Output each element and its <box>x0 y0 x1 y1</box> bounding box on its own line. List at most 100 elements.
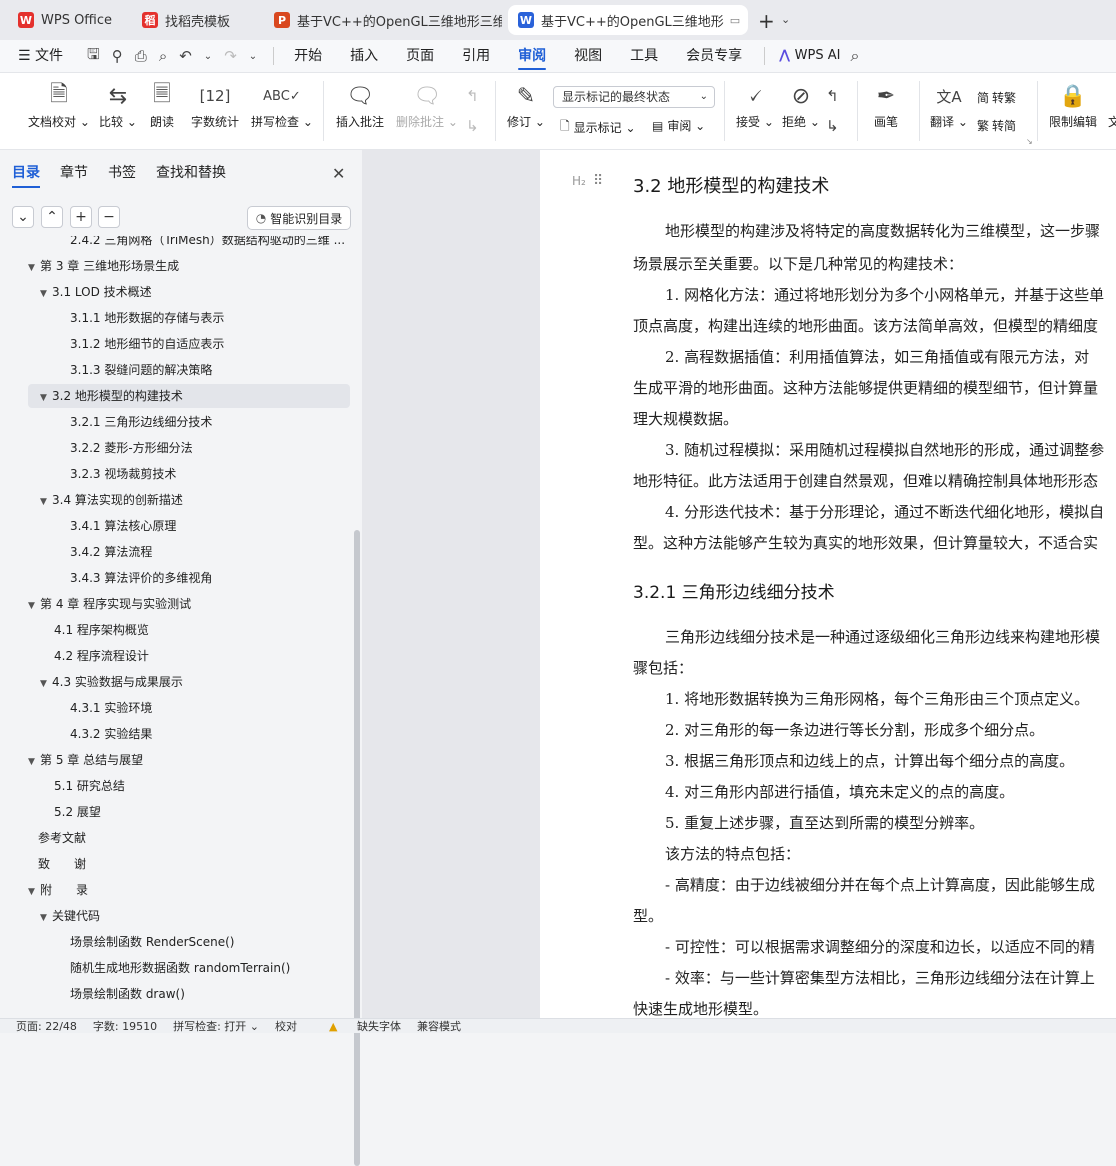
sidebar-scrollbar[interactable] <box>354 530 360 1166</box>
drag-handle-icon[interactable]: ⠿ <box>593 173 603 189</box>
tab-wps-office[interactable]: W WPS Office <box>8 5 126 35</box>
toc-item[interactable]: 场景绘制函数 RenderScene() <box>28 930 350 954</box>
expand-arrow-icon[interactable]: ▼ <box>40 672 52 694</box>
tab-list-chevron-icon[interactable]: ⌄ <box>781 13 790 26</box>
toc-item[interactable]: 5.2 展望 <box>28 800 350 824</box>
new-tab-button[interactable]: + <box>758 9 775 33</box>
prev-comment-icon[interactable]: ↰ <box>466 87 479 105</box>
undo-chevron-icon[interactable]: ⌄ <box>204 51 212 62</box>
redo-icon[interactable]: ↷ <box>224 47 237 65</box>
menu-review[interactable]: 审阅 <box>504 40 560 72</box>
menu-home[interactable]: 开始 <box>280 40 336 72</box>
expand-arrow-icon[interactable]: ▼ <box>28 880 40 902</box>
menu-member[interactable]: 会员专享 <box>672 40 756 72</box>
toc-item[interactable]: 3.1.1 地形数据的存储与表示 <box>28 306 350 330</box>
toc-item[interactable]: 随机生成地形数据函数 randomTerrain() <box>28 956 350 980</box>
collapse-up-button[interactable]: ⌃ <box>41 206 63 228</box>
menu-page[interactable]: 页面 <box>392 40 448 72</box>
group-expand-icon[interactable]: ↘ <box>1026 137 1033 146</box>
to-simplified-button[interactable]: 繁转简 <box>977 117 1016 134</box>
toc-item[interactable]: 5.1 研究总结 <box>28 774 350 798</box>
expand-down-button[interactable]: ⌄ <box>12 206 34 228</box>
expand-arrow-icon[interactable]: ▼ <box>40 282 52 304</box>
tab-ppt-doc[interactable]: P 基于VC++的OpenGL三维地形三维可 <box>264 5 502 35</box>
toc-item[interactable]: ▼ 第 4 章 程序实现与实验测试 <box>28 592 350 616</box>
menu-references[interactable]: 引用 <box>448 40 504 72</box>
toc-item[interactable]: 3.4.1 算法核心原理 <box>28 514 350 538</box>
translate-button[interactable]: 文A 翻译 ⌄ <box>930 79 968 130</box>
pen-button[interactable]: ✒ 画笔 <box>874 79 898 130</box>
spell-check-button[interactable]: ABC✓ 拼写检查 ⌄ <box>251 79 313 130</box>
wps-ai-button[interactable]: ⋀ WPS AI <box>773 40 846 72</box>
toc-item[interactable]: 3.2.3 视场裁剪技术 <box>28 462 350 486</box>
toc-item[interactable]: 致 谢 <box>28 852 350 876</box>
expand-arrow-icon[interactable]: ▼ <box>28 594 40 616</box>
reject-button[interactable]: ⊘ 拒绝 ⌄ <box>782 79 820 130</box>
markup-mode-select[interactable]: 显示标记的最终状态 ⌄ <box>553 86 715 108</box>
menu-insert[interactable]: 插入 <box>336 40 392 72</box>
tab-bookmarks[interactable]: 书签 <box>108 162 136 188</box>
toc-item[interactable]: 4.1 程序架构概览 <box>28 618 350 642</box>
accept-button[interactable]: 🗸 接受 ⌄ <box>736 79 774 130</box>
toc-item[interactable]: ▼ 关键代码 <box>28 904 350 928</box>
doc-check-button[interactable]: 🗎 文档校对 ⌄ <box>28 79 90 130</box>
tab-chapters[interactable]: 章节 <box>60 162 88 188</box>
more-chevron-icon[interactable]: ⌄ <box>249 51 257 62</box>
prev-change-icon[interactable]: ↰ <box>826 87 839 105</box>
restrict-editing-button[interactable]: 🔒 限制编辑 <box>1049 79 1097 130</box>
proofread-status[interactable]: 校对 <box>275 1018 297 1034</box>
link-icon[interactable]: ⚲ <box>112 47 123 65</box>
remove-heading-button[interactable]: − <box>98 206 120 228</box>
print-preview-icon[interactable]: ⌕ <box>159 47 167 65</box>
toc-item[interactable]: 3.1.2 地形细节的自适应表示 <box>28 332 350 356</box>
compare-button[interactable]: ⇆ 比较 ⌄ <box>99 79 137 130</box>
toc-item[interactable]: 参考文献 <box>28 826 350 850</box>
more-ribbon-button[interactable]: 文 <box>1108 79 1116 130</box>
toc-item[interactable]: 3.2.2 菱形-方形细分法 <box>28 436 350 460</box>
toc-item[interactable]: 4.2 程序流程设计 <box>28 644 350 668</box>
next-change-icon[interactable]: ↳ <box>826 117 839 135</box>
search-icon[interactable]: ⌕ <box>850 46 859 66</box>
toc-item[interactable]: ▼ 附 录 <box>28 878 350 902</box>
add-heading-button[interactable]: + <box>70 206 92 228</box>
expand-arrow-icon[interactable]: ▼ <box>28 750 40 772</box>
delete-comment-button[interactable]: 🗨 删除批注 ⌄ <box>396 79 458 130</box>
toc-item[interactable]: 4.3.2 实验结果 <box>28 722 350 746</box>
toc-item[interactable]: ▼ 第 3 章 三维地形场景生成 <box>28 254 350 278</box>
close-icon[interactable]: ✕ <box>332 164 345 183</box>
tab-template[interactable]: 稻找稻壳模板 <box>132 5 258 35</box>
toc-item[interactable]: 2.4.2 三角网格（TriMesh）数据结构驱动的三维 ... <box>28 236 350 252</box>
toc-item[interactable]: ▼ 第 5 章 总结与展望 <box>28 748 350 772</box>
toc-item[interactable]: 4.3.1 实验环境 <box>28 696 350 720</box>
toc-item[interactable]: 3.1.3 裂缝问题的解决策略 <box>28 358 350 382</box>
tab-word-doc-active[interactable]: W基于VC++的OpenGL三维地形▭● <box>508 5 748 35</box>
menu-view[interactable]: 视图 <box>560 40 616 72</box>
expand-arrow-icon[interactable]: ▼ <box>40 490 52 512</box>
expand-arrow-icon[interactable]: ▼ <box>40 906 52 928</box>
read-aloud-button[interactable]: 🗏 朗读 <box>150 79 174 130</box>
undo-icon[interactable]: ↶ <box>179 47 192 65</box>
smart-toc-button[interactable]: ◔ 智能识别目录 <box>247 206 351 230</box>
spell-check-status[interactable]: 拼写检查: 打开 ⌄ <box>173 1018 259 1034</box>
tab-find-replace[interactable]: 查找和替换 <box>156 162 226 188</box>
word-count[interactable]: 字数: 19510 <box>93 1018 157 1034</box>
toc-item[interactable]: ▼ 3.1 LOD 技术概述 <box>28 280 350 304</box>
save-icon[interactable]: 🖫 <box>87 44 100 69</box>
toc-item[interactable]: ▼ 4.3 实验数据与成果展示 <box>28 670 350 694</box>
toc-item[interactable]: ▼ 3.2 地形模型的构建技术 <box>28 384 350 408</box>
toc-item[interactable]: 场景绘制函数 draw() <box>28 982 350 1006</box>
word-count-button[interactable]: [12] 字数统计 <box>191 79 239 130</box>
insert-comment-button[interactable]: 🗨 插入批注 <box>336 79 384 130</box>
show-markup-button[interactable]: 🗋 显示标记 ⌄ <box>560 117 636 138</box>
track-changes-button[interactable]: ✎ 修订 ⌄ <box>507 79 545 130</box>
reviewing-pane-button[interactable]: ▤ 审阅 ⌄ <box>652 117 705 134</box>
expand-arrow-icon[interactable]: ▼ <box>40 386 52 408</box>
toc-item[interactable]: 3.4.2 算法流程 <box>28 540 350 564</box>
print-icon[interactable]: ⎙ <box>135 47 147 65</box>
page-indicator[interactable]: 页面: 22/48 <box>16 1018 77 1034</box>
tab-toc[interactable]: 目录 <box>12 162 40 188</box>
toc-item[interactable]: 3.2.1 三角形边线细分技术 <box>28 410 350 434</box>
missing-font-status[interactable]: ▲ 缺失字体 <box>313 1018 401 1034</box>
menu-tools[interactable]: 工具 <box>616 40 672 72</box>
to-traditional-button[interactable]: 简转繁 <box>977 89 1016 106</box>
